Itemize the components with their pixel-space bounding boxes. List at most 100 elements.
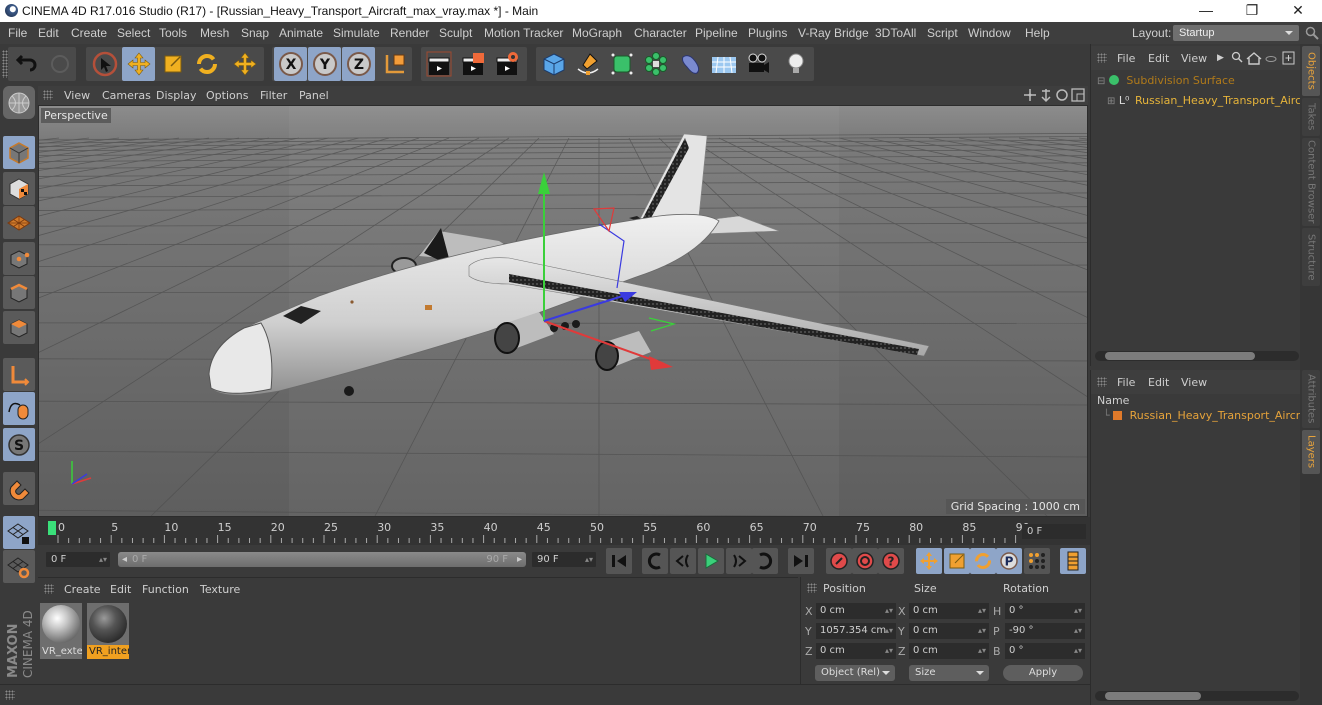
material-grip[interactable] — [44, 584, 54, 594]
menu-vray-bridge[interactable]: V-Ray Bridge — [798, 26, 869, 40]
minimize-button[interactable]: — — [1183, 0, 1229, 22]
make-editable-button[interactable] — [3, 86, 35, 119]
material-menu-function[interactable]: Function — [142, 583, 189, 596]
menu-plugins[interactable]: Plugins — [748, 26, 787, 40]
viewport-menu-display[interactable]: Display — [156, 89, 197, 102]
close-button[interactable]: ✕ — [1275, 0, 1321, 22]
add-cloner-button[interactable] — [639, 47, 672, 81]
layers-menu-view[interactable]: View — [1181, 376, 1207, 389]
menu-simulate[interactable]: Simulate — [333, 26, 380, 40]
tweak-mode-button[interactable] — [3, 392, 35, 425]
tab-attributes[interactable]: Attributes — [1302, 370, 1320, 428]
name-column-header[interactable]: Name — [1097, 394, 1129, 407]
add-spline-pen-button[interactable] — [571, 47, 604, 81]
y-axis-lock-button[interactable]: Y — [308, 47, 341, 81]
timeline-ruler[interactable]: 051015202530354045505560657075808590 — [38, 517, 1090, 545]
material-menu-texture[interactable]: Texture — [200, 583, 240, 596]
recent-tool-button[interactable] — [228, 47, 261, 81]
viewport-menu-panel[interactable]: Panel — [299, 89, 329, 102]
redo-button[interactable] — [43, 47, 76, 81]
layers-menu-file[interactable]: File — [1117, 376, 1135, 389]
previous-key-button[interactable] — [642, 548, 668, 574]
objects-menu-file[interactable]: File — [1117, 52, 1135, 65]
key-scale-button[interactable] — [944, 548, 970, 574]
pan-icon[interactable] — [1024, 89, 1036, 101]
record-keys-button[interactable] — [826, 548, 852, 574]
menu-3dtoall[interactable]: 3DToAll — [875, 26, 916, 40]
layer-row[interactable]: └ Russian_Heavy_Transport_Aircraft — [1103, 409, 1315, 422]
go-to-start-button[interactable] — [606, 548, 632, 574]
dolly-icon[interactable] — [1041, 89, 1051, 103]
snap-magnet-button[interactable] — [3, 472, 35, 505]
snap-workplane-button[interactable] — [3, 550, 35, 583]
points-mode-button[interactable] — [3, 242, 35, 275]
orbit-icon[interactable] — [1056, 89, 1068, 101]
position-y-field[interactable]: 1057.354 cm ▴▾ — [816, 623, 896, 639]
frame-range-slider[interactable]: ◂ 0 F 90 F ▸ — [118, 552, 526, 567]
viewport-menu-cameras[interactable]: Cameras — [102, 89, 151, 102]
axis-mode-button[interactable] — [3, 358, 35, 391]
size-y-field[interactable]: 0 cm ▴▾ — [909, 623, 989, 639]
menu-pipeline[interactable]: Pipeline — [695, 26, 738, 40]
objects-menu-edit[interactable]: Edit — [1148, 52, 1169, 65]
tree-expand-icon[interactable]: ⊞ — [1107, 96, 1115, 107]
add-camera-button[interactable] — [741, 47, 774, 81]
key-rotation-button[interactable] — [970, 548, 996, 574]
tab-content-browser[interactable]: Content Browser — [1302, 138, 1320, 226]
material-swatch[interactable]: VR_exte — [40, 603, 82, 659]
solo-mode-button[interactable]: S — [3, 428, 35, 461]
material-menu-create[interactable]: Create — [64, 583, 101, 596]
coordinate-mode-dropdown[interactable]: Object (Rel) — [815, 665, 895, 681]
new-window-icon[interactable] — [1282, 51, 1295, 65]
end-frame-field[interactable]: 90 F ▴▾ — [532, 552, 596, 567]
rotate-button[interactable] — [190, 47, 223, 81]
add-deformer-button[interactable] — [673, 47, 706, 81]
status-grip[interactable] — [5, 690, 15, 700]
viewport-menu-view[interactable]: View — [64, 89, 90, 102]
position-z-field[interactable]: 0 cm ▴▾ — [816, 643, 896, 659]
coordinate-system-button[interactable] — [378, 47, 411, 81]
perspective-viewport[interactable]: Perspective Grid Spacing : 1000 cm — [38, 105, 1088, 517]
viewport-menu-options[interactable]: Options — [206, 89, 248, 102]
home-icon[interactable] — [1246, 52, 1262, 65]
menu-script[interactable]: Script — [927, 26, 958, 40]
object-manager-grip[interactable] — [1097, 53, 1107, 63]
menu-animate[interactable]: Animate — [279, 26, 323, 40]
next-frame-button[interactable] — [726, 548, 752, 574]
search-icon[interactable] — [1231, 51, 1243, 63]
texture-mode-button[interactable] — [3, 172, 35, 205]
scrollbar-thumb[interactable] — [1105, 692, 1201, 700]
render-settings-button[interactable] — [490, 47, 523, 81]
more-menu-arrow-icon[interactable]: ▶ — [1217, 53, 1224, 63]
range-right-arrow-icon[interactable]: ▸ — [517, 552, 522, 567]
rotation-p-field[interactable]: -90 ° ▴▾ — [1005, 623, 1085, 639]
layer-manager-grip[interactable] — [1097, 377, 1107, 387]
menu-create[interactable]: Create — [71, 26, 107, 40]
timeline-window-button[interactable] — [1060, 548, 1086, 574]
tree-expand-icon[interactable]: ⊟ — [1097, 76, 1105, 87]
play-button[interactable] — [698, 548, 724, 574]
add-subdivision-button[interactable] — [605, 47, 638, 81]
key-position-button[interactable] — [916, 548, 942, 574]
render-view-button[interactable] — [422, 47, 455, 81]
add-floor-button[interactable] — [707, 47, 740, 81]
size-x-field[interactable]: 0 cm ▴▾ — [909, 603, 989, 619]
add-cube-button[interactable] — [537, 47, 570, 81]
current-frame-field[interactable]: 0 F — [1022, 524, 1086, 539]
eye-icon[interactable] — [1265, 56, 1277, 62]
layer-color-swatch[interactable] — [1113, 411, 1123, 420]
x-axis-lock-button[interactable]: X — [274, 47, 307, 81]
autokeying-button[interactable] — [852, 548, 878, 574]
object-tree-item[interactable]: ⊟ Subdivision Surface — [1097, 74, 1235, 87]
previous-frame-button[interactable] — [670, 548, 696, 574]
objects-horizontal-scrollbar[interactable] — [1095, 351, 1299, 361]
scrollbar-thumb[interactable] — [1105, 352, 1255, 360]
menu-snap[interactable]: Snap — [241, 26, 269, 40]
add-light-button[interactable] — [779, 47, 812, 81]
z-axis-lock-button[interactable]: Z — [342, 47, 375, 81]
menu-motion-tracker[interactable]: Motion Tracker — [484, 26, 563, 40]
tab-structure[interactable]: Structure — [1302, 228, 1320, 286]
menu-select[interactable]: Select — [117, 26, 150, 40]
menu-edit[interactable]: Edit — [38, 26, 59, 40]
layers-horizontal-scrollbar[interactable] — [1095, 691, 1299, 701]
